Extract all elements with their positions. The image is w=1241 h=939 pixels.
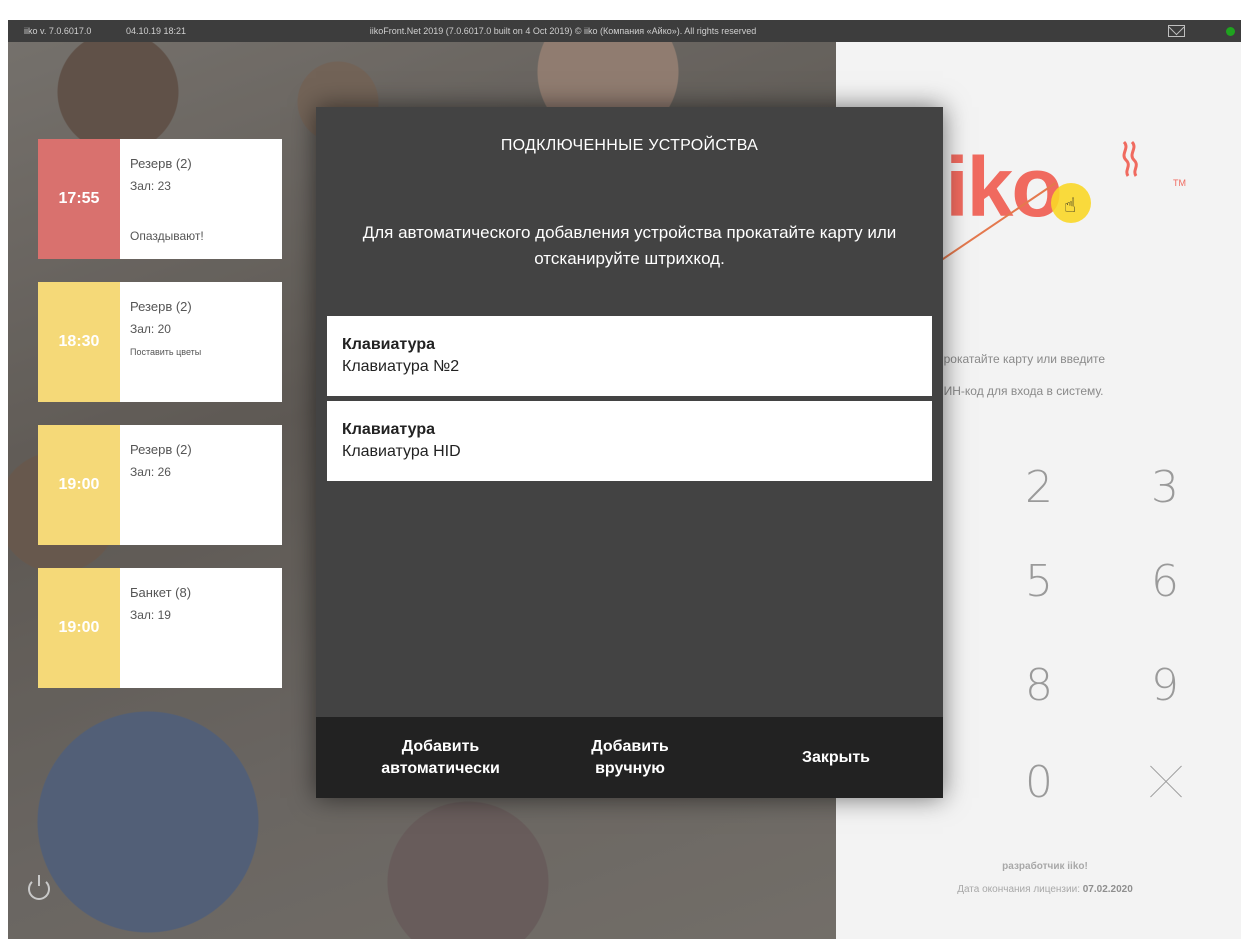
reservation-time: 19:00 [38, 568, 120, 688]
add-auto-label-1: Добавить [401, 737, 480, 755]
license-info: Дата окончания лицензии: 07.02.2020 [920, 884, 1170, 895]
iiko-logo: iiko [924, 140, 1063, 234]
add-manually-button[interactable]: Добавить вручную [545, 717, 715, 798]
license-label: Дата окончания лицензии: [957, 884, 1083, 895]
connected-devices-dialog: ПОДКЛЮЧЕННЫЕ УСТРОЙСТВА Для автоматическ… [316, 107, 943, 798]
device-item[interactable]: Клавиатура Клавиатура HID [327, 401, 932, 481]
reservation-title: Резерв (2) [130, 299, 192, 314]
reservation-card[interactable]: 18:30 Резерв (2) Зал: 20 Поставить цветы [38, 282, 282, 402]
keypad-key-3[interactable]: 3 [1135, 462, 1195, 513]
reservation-note: Поставить цветы [130, 347, 202, 357]
device-type: Клавиатура [342, 336, 435, 353]
reservation-time: 18:30 [38, 282, 120, 402]
add-manual-label-2: вручную [595, 759, 665, 777]
reservation-card[interactable]: 17:55 Резерв (2) Зал: 23 Опаздывают! [38, 139, 282, 259]
build-info: iikoFront.Net 2019 (7.0.6017.0 built on … [369, 26, 757, 36]
envelope-icon[interactable] [1168, 25, 1185, 37]
keypad-key-6[interactable]: 6 [1135, 556, 1195, 607]
keypad-key-9[interactable]: 9 [1135, 660, 1195, 711]
keypad-clear-icon[interactable] [1146, 762, 1186, 802]
reservation-card[interactable]: 19:00 Резерв (2) Зал: 26 [38, 425, 282, 545]
keypad-key-5[interactable]: 5 [1009, 556, 1069, 607]
dialog-instruction: Для автоматического добавления устройств… [362, 223, 897, 268]
add-automatically-button[interactable]: Добавить автоматически [336, 717, 545, 798]
trademark-label: TM [1173, 178, 1186, 188]
add-auto-label-2: автоматически [381, 759, 500, 777]
device-name: Клавиатура HID [342, 443, 461, 460]
keypad-key-8[interactable]: 8 [1009, 660, 1069, 711]
license-date: 07.02.2020 [1082, 884, 1133, 895]
reservation-title: Резерв (2) [130, 156, 192, 171]
reservation-time: 17:55 [38, 139, 120, 259]
title-bar: iiko v. 7.0.6017.0 04.10.19 18:21 iikoFr… [8, 20, 1241, 42]
keypad-key-0[interactable]: 0 [1009, 757, 1069, 808]
reservation-note: Опаздывают! [130, 229, 204, 243]
login-hint-line1: Прокатайте карту или введите [935, 352, 1106, 366]
reservation-title: Банкет (8) [130, 585, 192, 600]
reservation-title: Резерв (2) [130, 442, 192, 457]
device-name: Клавиатура №2 [342, 358, 460, 375]
reservation-time: 19:00 [38, 425, 120, 545]
reservation-hall: Зал: 26 [130, 465, 171, 479]
add-manual-label-1: Добавить [591, 737, 669, 755]
reservation-card[interactable]: 19:00 Банкет (8) Зал: 19 [38, 568, 282, 688]
reservation-hall: Зал: 23 [130, 179, 171, 193]
power-icon[interactable] [28, 875, 50, 900]
reservation-hall: Зал: 20 [130, 322, 171, 336]
close-button[interactable]: Закрыть [756, 717, 916, 798]
dialog-title: ПОДКЛЮЧЕННЫЕ УСТРОЙСТВА [500, 137, 759, 154]
steam-icon [1122, 140, 1138, 177]
hand-cursor-icon: ☝ [1064, 195, 1077, 217]
status-indicator-icon [1226, 27, 1235, 36]
developer-label: разработчик iiko! [1002, 861, 1088, 872]
dialog-footer: Добавить автоматически Добавить вручную За… [316, 717, 943, 798]
device-item[interactable]: Клавиатура Клавиатура №2 [327, 316, 932, 396]
reservation-hall: Зал: 19 [130, 608, 171, 622]
login-hint-line2: ПИН-код для входа в систему. [935, 384, 1104, 398]
device-type: Клавиатура [342, 421, 435, 438]
keypad-key-2[interactable]: 2 [1009, 462, 1069, 513]
